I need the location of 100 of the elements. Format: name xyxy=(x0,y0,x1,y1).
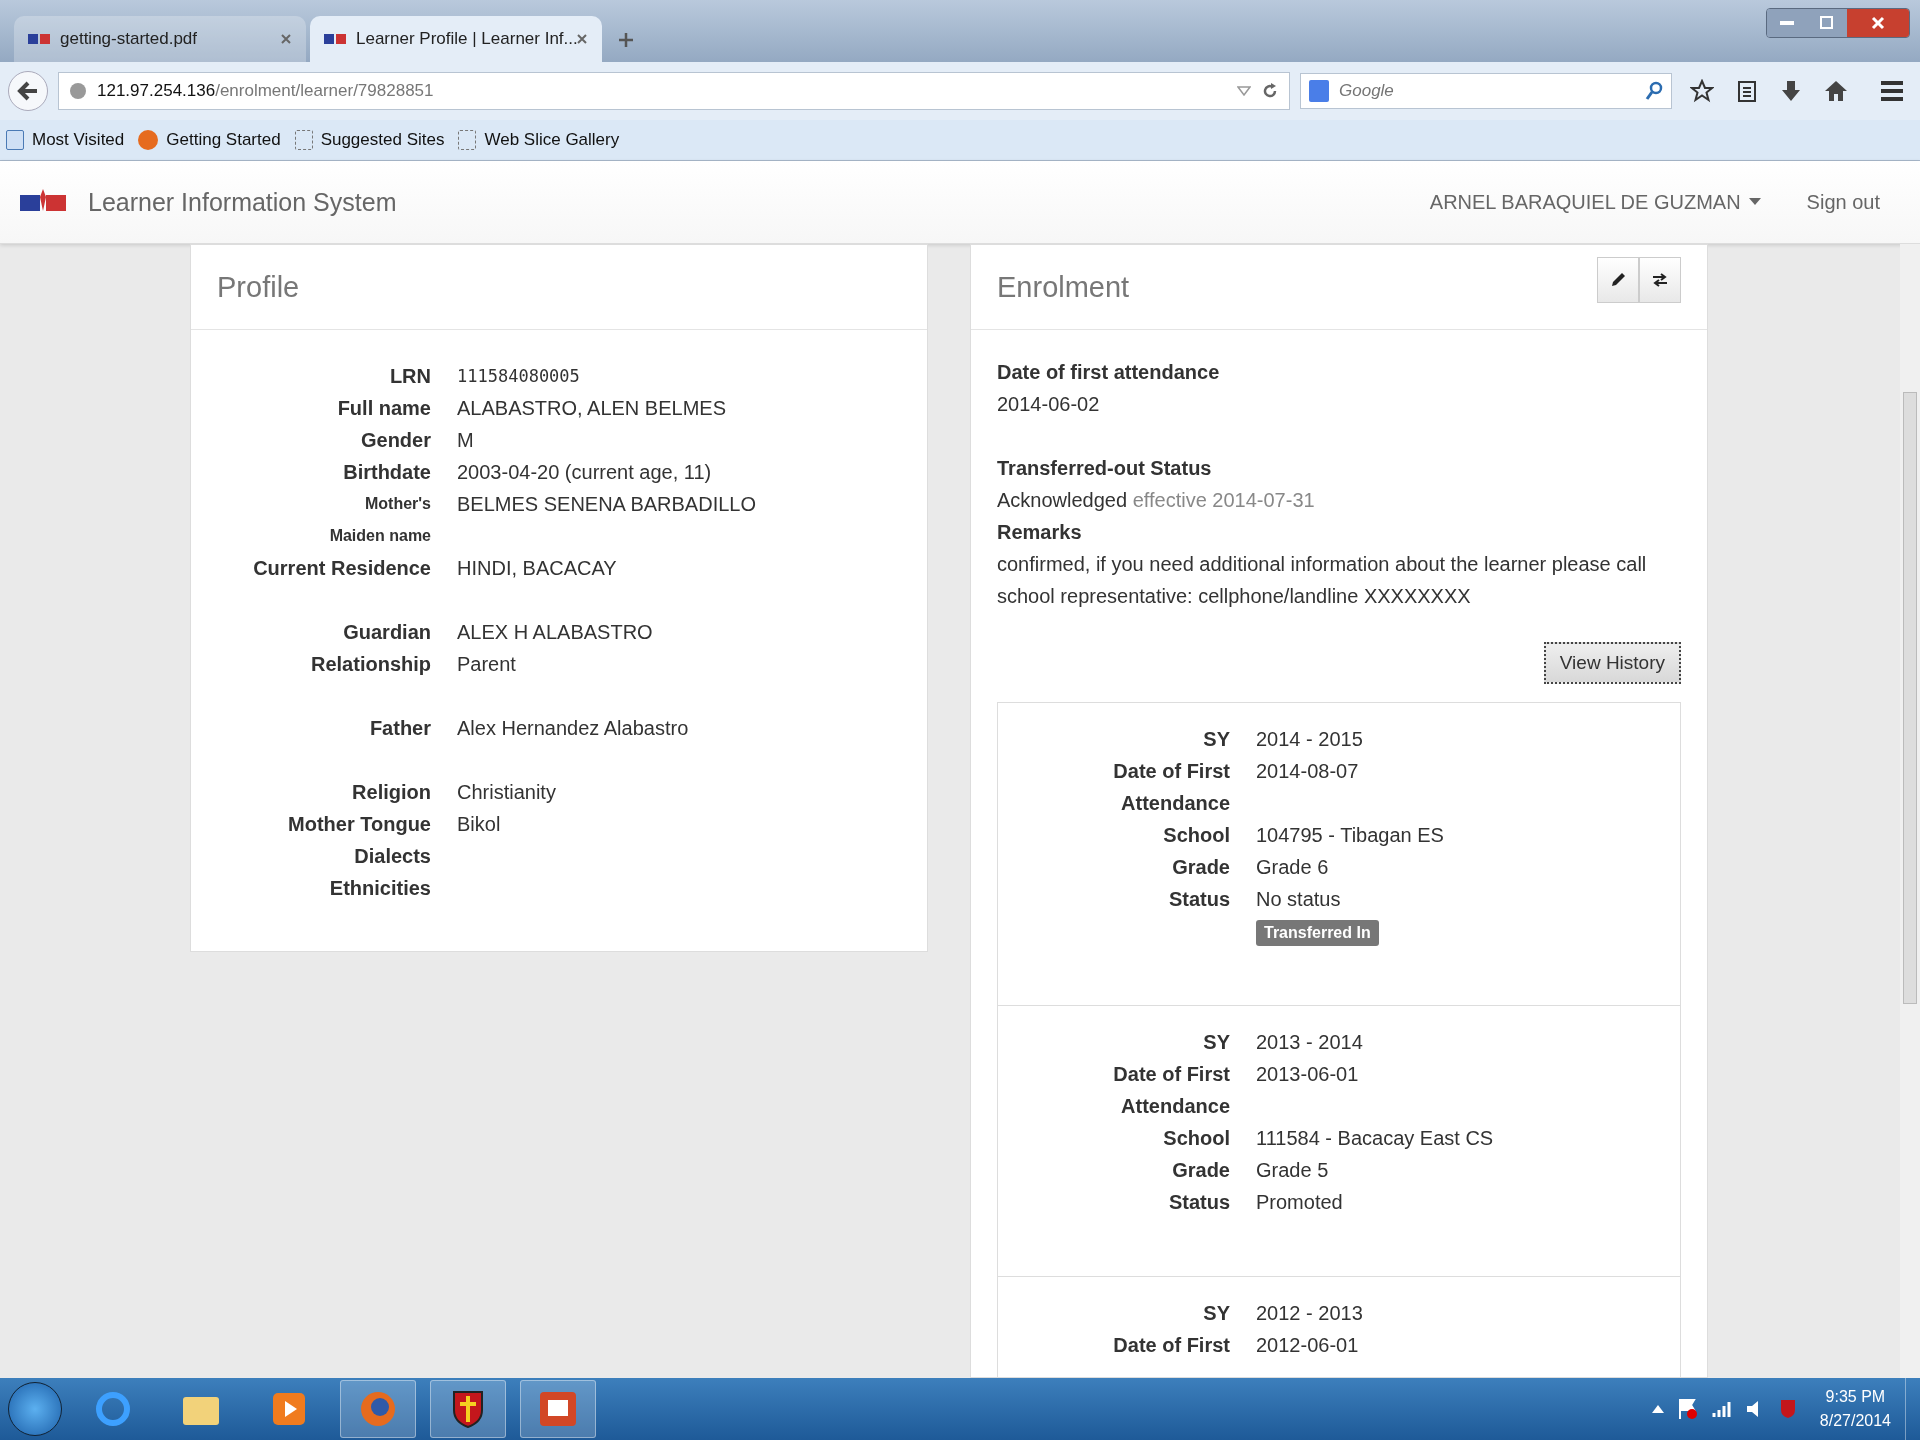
field-value: 2012-06-01 xyxy=(1256,1333,1359,1358)
field-value: Grade 5 xyxy=(1256,1158,1329,1183)
field-label: Date of First Attendance xyxy=(1112,1062,1230,1119)
field-value: 104795 - Tibagan ES xyxy=(1256,823,1444,848)
field-label: Guardian xyxy=(342,620,431,644)
bookmark-link[interactable]: Getting Started xyxy=(138,130,281,150)
field-value: 2014-06-02 xyxy=(997,392,1101,417)
back-button[interactable] xyxy=(8,71,48,111)
star-icon[interactable] xyxy=(1690,79,1714,103)
menu-icon[interactable] xyxy=(1880,80,1904,102)
field-value: 2013 - 2014 xyxy=(1256,1030,1363,1055)
field-label: School xyxy=(1162,1126,1230,1151)
field-value: BELMES SENENA BARBADILLO xyxy=(457,492,756,517)
field-label: SY xyxy=(1202,1301,1230,1326)
sign-out-link[interactable]: Sign out xyxy=(1806,190,1880,214)
new-tab-icon[interactable] xyxy=(618,32,634,48)
bookmark-link[interactable]: Most Visited xyxy=(6,130,125,150)
field-label: Gender xyxy=(359,428,431,452)
user-menu[interactable]: ARNEL BARAQUIEL DE GUZMAN xyxy=(1429,190,1761,214)
home-icon[interactable] xyxy=(1824,79,1848,103)
panel-title: Enrolment xyxy=(997,270,1130,304)
field-value: 2014 - 2015 xyxy=(1256,727,1363,752)
field-value: Promoted xyxy=(1256,1190,1343,1215)
field-value: 111584 - Bacacay East CS xyxy=(1256,1126,1494,1151)
field-label: Status xyxy=(1167,1190,1230,1215)
effective-date: effective 2014-07-31 xyxy=(1132,489,1315,511)
flag-icon[interactable] xyxy=(1677,1398,1698,1420)
close-tab-icon[interactable] xyxy=(280,33,292,45)
field-value: Bikol xyxy=(457,812,501,837)
field-label: Ethnicities xyxy=(328,876,431,900)
app-title: Learner Information System xyxy=(88,187,397,217)
field-label: Mother's Maiden name xyxy=(328,494,431,546)
field-value: HINDI, BACACAY xyxy=(457,556,617,581)
download-icon[interactable] xyxy=(1780,79,1802,103)
status-badge: Transferred In xyxy=(1256,920,1379,946)
pencil-icon xyxy=(1610,272,1626,288)
edit-button[interactable] xyxy=(1597,257,1639,303)
field-label: LRN xyxy=(388,364,431,388)
show-hidden-icons-icon[interactable] xyxy=(1651,1405,1664,1413)
field-label: Grade xyxy=(1171,1158,1230,1183)
field-label: Father xyxy=(368,716,431,740)
field-label: Dialects xyxy=(353,844,431,868)
field-label: Status xyxy=(1167,887,1230,912)
bookmark-link[interactable]: Suggested Sites xyxy=(294,130,445,150)
field-value: 111584080005 xyxy=(457,365,580,388)
field-label: Date of First Attendance xyxy=(1112,759,1230,816)
bookmark-link[interactable]: Web Slice Gallery xyxy=(458,130,620,150)
close-tab-icon[interactable] xyxy=(576,33,588,45)
clock-date[interactable]: 8/27/2014 xyxy=(1819,1409,1891,1433)
field-label: Date of First xyxy=(1112,1333,1230,1358)
field-value: ALEX H ALABASTRO xyxy=(457,620,653,645)
site-logo-icon xyxy=(324,34,346,44)
dropdown-icon[interactable] xyxy=(1237,86,1251,96)
field-label: School xyxy=(1162,823,1230,848)
field-value: Christianity xyxy=(457,780,556,805)
field-label: Birthdate xyxy=(342,460,431,484)
field-value: 2003-04-20 (current age, 11) xyxy=(457,460,712,485)
scrollbar[interactable] xyxy=(1900,244,1920,1378)
field-label: Transferred-out Status xyxy=(997,456,1213,481)
field-label: Mother Tongue xyxy=(287,812,431,836)
field-label: Grade xyxy=(1171,855,1230,880)
field-label: SY xyxy=(1202,727,1230,752)
field-label: Remarks xyxy=(997,520,1083,545)
globe-icon xyxy=(69,82,87,100)
site-logo-icon xyxy=(28,34,50,44)
panel-title: Profile xyxy=(217,270,300,304)
field-label: SY xyxy=(1202,1030,1230,1055)
view-history-button[interactable]: View History xyxy=(1543,642,1681,684)
address-bar[interactable]: 121.97.254.136/enrolment/learner/79828851 xyxy=(58,72,1290,110)
field-value: M xyxy=(457,428,474,453)
field-label: Religion xyxy=(351,780,431,804)
remarks-text: confirmed, if you need additional information about the learner please call school representative: cellphone/landline XXXXXXXX xyxy=(997,552,1648,609)
clipboard-icon[interactable] xyxy=(1736,79,1758,103)
status-text: Acknowledged xyxy=(997,489,1128,511)
browser-tab[interactable]: Learner Profile | Learner Inf... xyxy=(310,16,602,62)
swap-arrows-icon xyxy=(1652,273,1668,287)
window-controls-icon[interactable] xyxy=(1766,8,1910,38)
field-label: Current Residence xyxy=(252,556,431,580)
search-box[interactable]: Google xyxy=(1300,73,1672,109)
transfer-button[interactable] xyxy=(1639,257,1681,303)
field-label: Date of first attendance xyxy=(997,360,1221,385)
back-arrow-icon xyxy=(17,80,39,102)
signal-icon[interactable] xyxy=(1711,1401,1732,1417)
start-button[interactable] xyxy=(8,1382,62,1436)
field-value: 2013-06-01 xyxy=(1256,1062,1359,1087)
presentation-icon[interactable] xyxy=(520,1380,596,1438)
field-value: ALABASTRO, ALEN BELMES xyxy=(457,396,726,421)
field-value: 2012 - 2013 xyxy=(1256,1301,1363,1326)
clock-time[interactable]: 9:35 PM xyxy=(1825,1385,1886,1409)
field-value: Alex Hernandez Alabastro xyxy=(457,716,689,741)
field-label: Relationship xyxy=(310,652,431,676)
caret-icon xyxy=(1748,198,1761,206)
field-value: 2014-08-07 xyxy=(1256,759,1359,784)
shield-icon[interactable] xyxy=(430,1380,506,1438)
field-value: Parent xyxy=(457,652,516,677)
browser-tab[interactable]: getting-started.pdf xyxy=(14,16,306,62)
search-icon[interactable] xyxy=(1645,81,1663,101)
field-value: No status xyxy=(1256,887,1341,912)
field-value: Grade 6 xyxy=(1256,855,1329,880)
reload-icon[interactable] xyxy=(1261,82,1279,100)
